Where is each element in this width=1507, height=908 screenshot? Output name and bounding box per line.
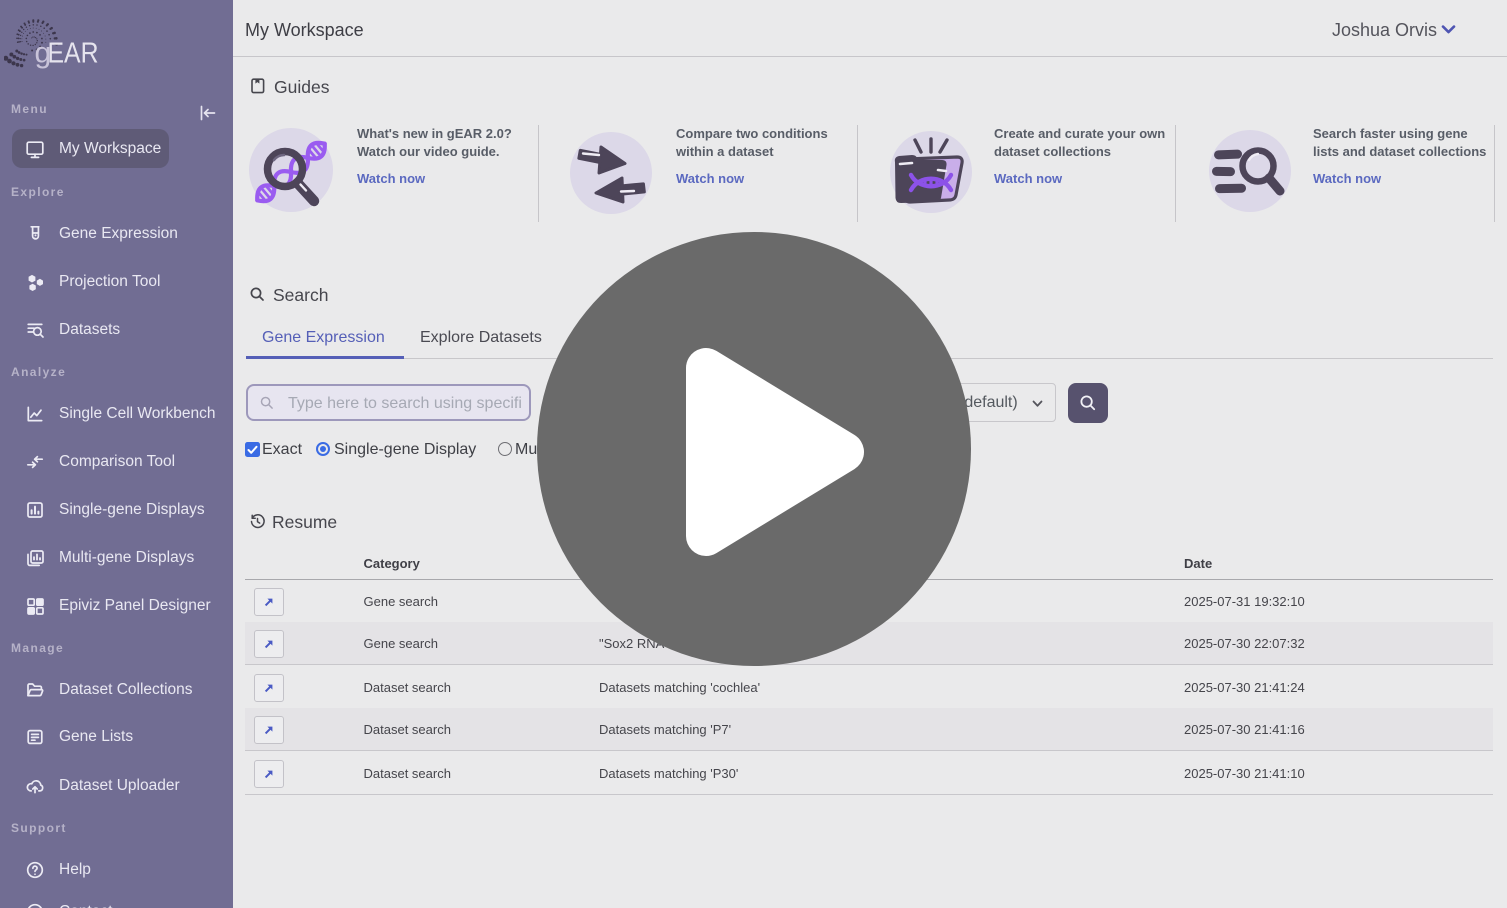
svg-text:EAR: EAR <box>48 38 99 70</box>
